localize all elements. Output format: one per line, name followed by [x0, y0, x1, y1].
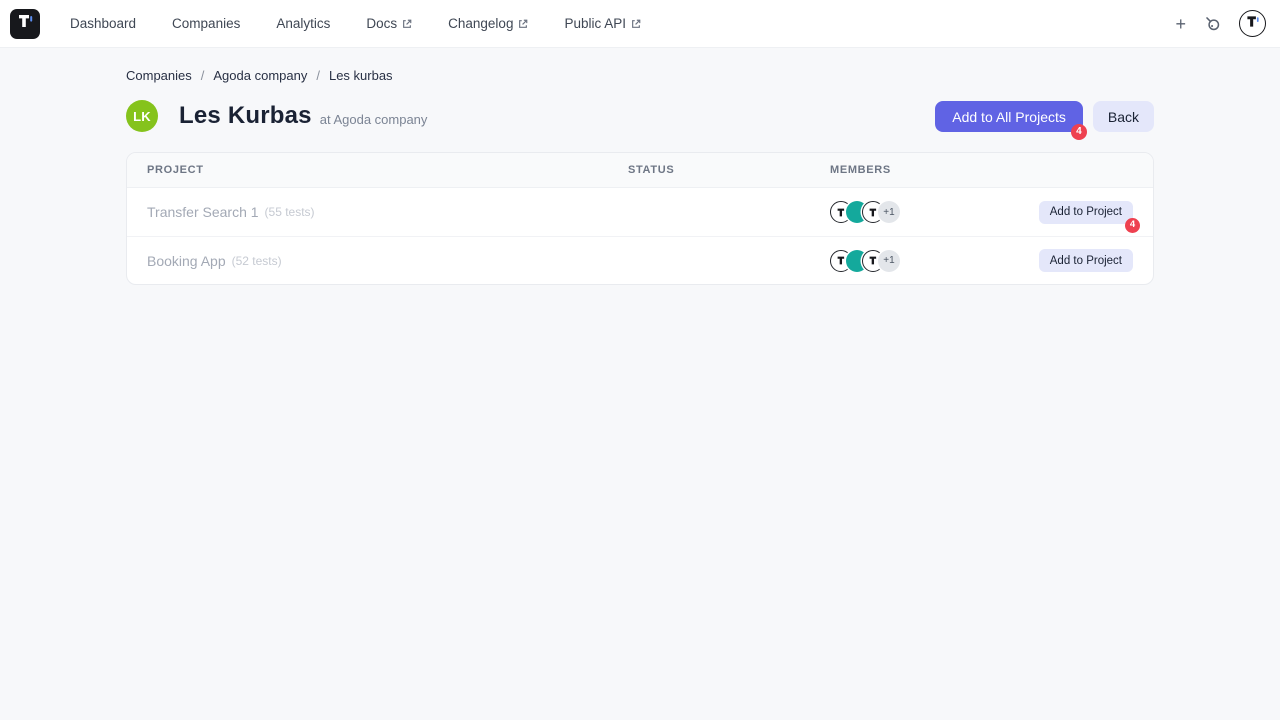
header-actions: Add to All Projects 4 Back	[935, 101, 1154, 132]
app-logo[interactable]	[10, 9, 40, 39]
t-logo-icon	[1244, 13, 1261, 35]
add-to-project-button[interactable]: Add to Project	[1039, 249, 1133, 272]
tests-count: (52 tests)	[232, 254, 282, 268]
breadcrumb-separator: /	[201, 68, 205, 83]
search-icon[interactable]	[1204, 15, 1221, 32]
breadcrumb-current: Les kurbas	[329, 68, 393, 83]
table-row: Booking App (52 tests) +1 Add to Project	[127, 236, 1153, 284]
back-button[interactable]: Back	[1093, 101, 1154, 132]
nav-left: Dashboard Companies Analytics Docs Chang…	[10, 9, 641, 39]
add-new-icon[interactable]: +	[1175, 15, 1186, 33]
project-cell: Transfer Search 1 (55 tests)	[127, 204, 608, 220]
page-header: LK Les Kurbas at Agoda company Add to Al…	[126, 100, 1154, 132]
members-overflow-count: +1	[878, 250, 900, 272]
nav-item-changelog[interactable]: Changelog	[448, 16, 528, 31]
external-link-icon	[402, 19, 412, 29]
action-cell: Add to Project 4	[993, 201, 1153, 224]
nav-item-docs[interactable]: Docs	[366, 16, 412, 31]
nav-item-public-api[interactable]: Public API	[564, 16, 641, 31]
column-header-members: MEMBERS	[810, 164, 993, 176]
member-avatar-stack: +1	[830, 250, 900, 272]
notification-badge: 4	[1071, 124, 1087, 140]
notification-badge: 4	[1125, 218, 1140, 233]
nav-item-dashboard[interactable]: Dashboard	[70, 16, 136, 31]
page-subtitle: at Agoda company	[320, 112, 428, 127]
column-header-project: PROJECT	[127, 164, 608, 176]
table-row: Transfer Search 1 (55 tests) +1 Add to P…	[127, 188, 1153, 236]
page-title: Les Kurbas	[179, 102, 312, 130]
breadcrumb-companies[interactable]: Companies	[126, 68, 192, 83]
breadcrumb: Companies / Agoda company / Les kurbas	[126, 68, 1154, 83]
project-cell: Booking App (52 tests)	[127, 253, 608, 269]
nav-item-companies[interactable]: Companies	[172, 16, 240, 31]
external-link-icon	[631, 19, 641, 29]
avatar: LK	[126, 100, 158, 132]
nav-right: +	[1175, 10, 1266, 37]
nav-links: Dashboard Companies Analytics Docs Chang…	[70, 16, 641, 31]
external-link-icon	[518, 19, 528, 29]
tests-count: (55 tests)	[265, 205, 315, 219]
members-cell: +1	[810, 201, 993, 223]
members-cell: +1	[810, 250, 993, 272]
breadcrumb-agoda-company[interactable]: Agoda company	[213, 68, 307, 83]
members-overflow-count: +1	[878, 201, 900, 223]
project-name: Booking App	[147, 253, 226, 269]
nav-item-analytics[interactable]: Analytics	[276, 16, 330, 31]
t-logo-icon	[15, 11, 35, 36]
breadcrumb-separator: /	[316, 68, 320, 83]
table-header: PROJECT STATUS MEMBERS	[127, 153, 1153, 188]
user-avatar[interactable]	[1239, 10, 1266, 37]
member-avatar-stack: +1	[830, 201, 900, 223]
add-to-project-button[interactable]: Add to Project	[1039, 201, 1133, 224]
column-header-status: STATUS	[608, 164, 810, 176]
main-content: Companies / Agoda company / Les kurbas L…	[126, 48, 1154, 285]
project-name: Transfer Search 1	[147, 204, 259, 220]
add-to-all-projects-button[interactable]: Add to All Projects	[935, 101, 1083, 132]
projects-table: PROJECT STATUS MEMBERS Transfer Search 1…	[126, 152, 1154, 285]
top-nav: Dashboard Companies Analytics Docs Chang…	[0, 0, 1280, 48]
action-cell: Add to Project	[993, 249, 1153, 272]
